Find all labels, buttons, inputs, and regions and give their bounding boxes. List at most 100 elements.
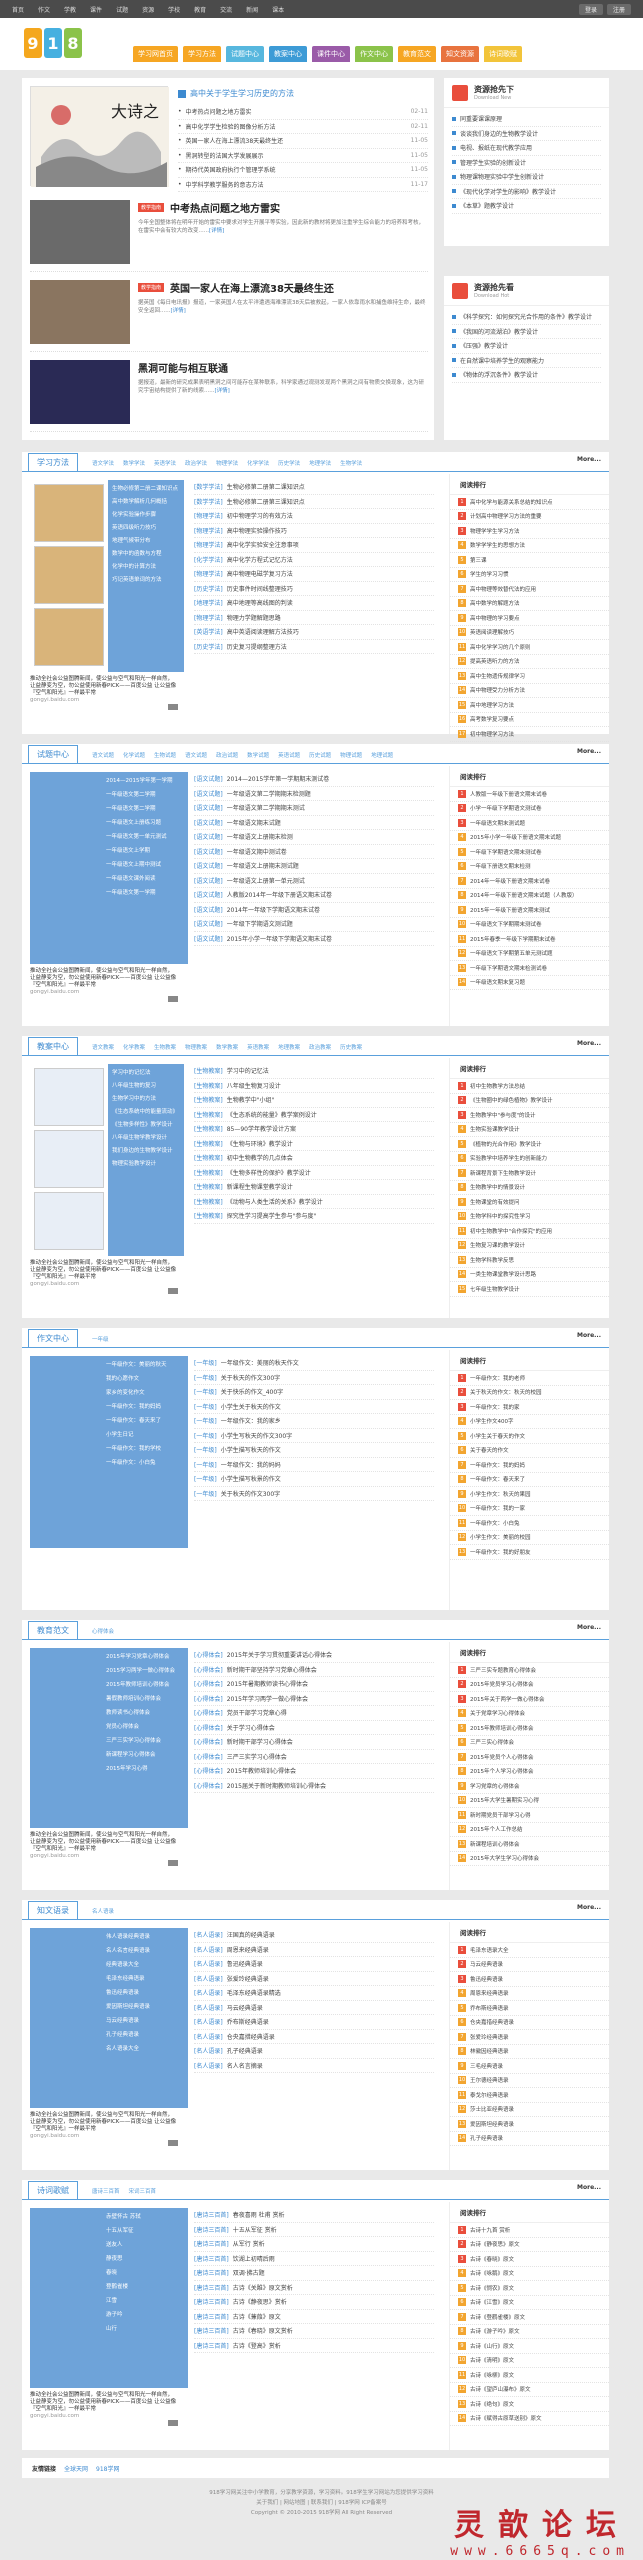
thumb-link[interactable]: 十五从军征: [36, 2226, 182, 2240]
ad-banner[interactable]: 推动全社会公益图腾新闻，使公益与空气和阳光一样自然， 让益静变为空，勿公益使用新春…: [30, 968, 180, 1004]
top-link[interactable]: 资源: [142, 5, 154, 14]
list-item-tag[interactable]: [一年级]: [194, 1387, 217, 1396]
ranking-item[interactable]: 9 古诗《山行》原文: [450, 2339, 609, 2354]
ranking-item-title[interactable]: 初中生物教学方法总结: [470, 1082, 525, 1090]
list-item[interactable]: [心得体会] 三严三实学习心得体会: [194, 1750, 434, 1764]
list-item[interactable]: [唐诗三百首] 从军行 赏析: [194, 2237, 434, 2252]
download-title[interactable]: 《现代化学对学生的影响》教学设计: [460, 187, 556, 196]
list-item-tag[interactable]: [心得体会]: [194, 1650, 223, 1659]
list-item-title[interactable]: 一年级语文第二学期期末测试: [227, 803, 305, 812]
ranking-item-title[interactable]: 2015年党员个人心得体会: [470, 1753, 534, 1761]
thumb-link[interactable]: 一年级语文上学期: [36, 846, 182, 860]
thumb-link[interactable]: 江雪: [36, 2296, 182, 2310]
ranking-item-title[interactable]: 一年级语文期末测试题: [470, 819, 525, 827]
ranking-item[interactable]: 5 一年级下学期语文期末测试卷: [450, 845, 609, 860]
list-item[interactable]: [心得体会] 党员干部学习党章心得: [194, 1706, 434, 1721]
section-subnav-link[interactable]: 生物学法: [340, 459, 362, 467]
section-subnav-link[interactable]: 数学试题: [247, 751, 269, 759]
list-item[interactable]: [唐诗三百首] 古诗《春晓》原文赏析: [194, 2324, 434, 2339]
ranking-item-title[interactable]: 一年级作文：我的老师: [470, 1374, 525, 1382]
ranking-item-title[interactable]: 小学生作文：秋天的果园: [470, 1490, 531, 1498]
section-subnav-link[interactable]: 地理教案: [278, 1043, 300, 1051]
login-button[interactable]: 登录: [578, 3, 603, 15]
list-item[interactable]: [物理学法] 高中化学实验安全注意事项: [194, 538, 434, 553]
ranking-item-title[interactable]: 古诗十九首 赏析: [470, 2226, 510, 2234]
list-item-title[interactable]: 生物教学中"小组": [227, 1095, 275, 1104]
list-item-tag[interactable]: [唐诗三百首]: [194, 2326, 229, 2335]
list-item[interactable]: [一年级] 一年级作文：我的妈妈: [194, 1458, 434, 1472]
list-item[interactable]: [生物教案] 《生物多样性的保护》教学设计: [194, 1166, 434, 1180]
ranking-item[interactable]: 7 2015年党员个人心得体会: [450, 1750, 609, 1765]
list-item[interactable]: [名人语录] 名人名言摘录: [194, 2059, 434, 2073]
list-item-tag[interactable]: [名人语录]: [194, 1959, 223, 1968]
section-subnav-link[interactable]: 政治教案: [309, 1043, 331, 1051]
ranking-item[interactable]: 12 莎士比亚经典语录: [450, 2103, 609, 2117]
ranking-item-title[interactable]: 毛泽东语录大全: [470, 1946, 509, 1954]
thumb-link[interactable]: 暑假教师培训心得体会: [36, 1694, 182, 1708]
list-item-title[interactable]: 小学生写秋天的作文300字: [221, 1431, 292, 1440]
list-item-tag[interactable]: [唐诗三百首]: [194, 2210, 229, 2219]
section-subnav-link[interactable]: 生物试题: [154, 751, 176, 759]
ranking-item-title[interactable]: 新时期党员干部学习心得: [470, 1811, 531, 1819]
ranking-item-title[interactable]: 2015年大学生学习心得体会: [470, 1854, 539, 1862]
list-item[interactable]: [心得体会] 2015年关于学习贯彻重要讲话心得体会: [194, 1648, 434, 1663]
ranking-item-title[interactable]: 数学学学生的思想方法: [470, 541, 525, 549]
list-item-title[interactable]: 马云经典语录: [227, 2003, 263, 2012]
list-item[interactable]: [物理学法] 高中物理电磁学复习方法: [194, 567, 434, 582]
list-item-tag[interactable]: [唐诗三百首]: [194, 2239, 229, 2248]
list-item[interactable]: [名人语录] 乔布斯经典语录: [194, 2015, 434, 2030]
ranking-item[interactable]: 2 2015年党员学习心得体会: [450, 1678, 609, 1692]
ranking-item[interactable]: 7 古诗《登鹳雀楼》原文: [450, 2310, 609, 2325]
ranking-item[interactable]: 8 古诗《游子吟》原文: [450, 2325, 609, 2339]
article-more-link[interactable]: [详情]: [209, 228, 224, 234]
nav-tab[interactable]: 课件中心: [312, 46, 350, 62]
ranking-item[interactable]: 12 2015年个人工作总结: [450, 1823, 609, 1837]
list-item[interactable]: [心得体会] 2015届关于新时期教师培训心得体会: [194, 1779, 434, 1793]
list-item[interactable]: [生物教案] 生物教学中"小组": [194, 1093, 434, 1108]
article-thumb[interactable]: [30, 360, 130, 424]
ranking-item[interactable]: 7 高中物理等效替代法的应用: [450, 582, 609, 597]
ranking-item-title[interactable]: 《生物圈中的绿色植物》教学设计: [470, 1096, 553, 1104]
news-title[interactable]: 期待代英国政府执行个管理学系统: [186, 165, 407, 174]
list-item-title[interactable]: 2014年一年级下学期语文期末试卷: [227, 905, 320, 914]
list-item-tag[interactable]: [唐诗三百首]: [194, 2312, 229, 2321]
thumb-link[interactable]: 毛泽东经典语录: [36, 1974, 182, 1988]
ranking-item-title[interactable]: 高中化学与能源关系总结的知识点: [470, 498, 553, 506]
list-item-title[interactable]: 八年级生物复习设计: [227, 1081, 281, 1090]
thumb-link[interactable]: 三严三实学习心得体会: [36, 1736, 182, 1750]
list-item-title[interactable]: 生物必修第二册第二课知识点: [227, 482, 305, 491]
ranking-item-title[interactable]: 古诗《咏鹅》原文: [470, 2269, 514, 2277]
friend-link[interactable]: 918学网: [96, 2464, 119, 2473]
ranking-item[interactable]: 8 一年级作文：春天来了: [450, 1473, 609, 1487]
ranking-item-title[interactable]: 莎士比亚经典语录: [470, 2105, 514, 2113]
article-thumb[interactable]: [30, 280, 130, 344]
news-item[interactable]: • 期待代英国政府执行个管理学系统 11-05: [178, 163, 428, 178]
nav-tab[interactable]: 学习网首页: [133, 46, 178, 62]
list-item-tag[interactable]: [英语学法]: [194, 627, 223, 636]
list-item-title[interactable]: 古诗《春晓》原文赏析: [233, 2326, 293, 2335]
ranking-item-title[interactable]: 2015年大学生暑期实习心得: [470, 1796, 539, 1804]
thumb-link[interactable]: 孔子经典语录: [36, 2030, 182, 2044]
top-link[interactable]: 试题: [116, 5, 128, 14]
list-item-tag[interactable]: [名人语录]: [194, 1945, 223, 1954]
section-subnav-link[interactable]: 政治学法: [185, 459, 207, 467]
ranking-item-title[interactable]: 高中物理受力分析方法: [470, 686, 525, 694]
section-subnav-link[interactable]: 英语学法: [154, 459, 176, 467]
list-item-tag[interactable]: [语文试题]: [194, 919, 223, 928]
list-item-tag[interactable]: [生物教案]: [194, 1081, 223, 1090]
list-item-title[interactable]: 初中物理学习的有效方法: [227, 511, 293, 520]
thumb-link[interactable]: 静夜思: [36, 2254, 182, 2268]
ranking-item-title[interactable]: 张爱玲经典语录: [470, 2033, 509, 2041]
ranking-item-title[interactable]: 鲁迅经典语录: [470, 1975, 503, 1983]
ranking-item[interactable]: 7 新课程背景下生物教学设计: [450, 1166, 609, 1181]
download-item[interactable]: 在自然课中培养学生的观察能力: [452, 354, 601, 368]
ranking-item[interactable]: 7 2014年一年级下册语文期末试卷: [450, 874, 609, 889]
ranking-item-title[interactable]: 古诗《赋得古原草送别》原文: [470, 2414, 542, 2422]
list-item-tag[interactable]: [心得体会]: [194, 1781, 223, 1790]
section-subnav-link[interactable]: 物理教案: [185, 1043, 207, 1051]
ranking-item[interactable]: 7 张爱玲经典语录: [450, 2030, 609, 2045]
top-link[interactable]: 学校: [168, 5, 180, 14]
list-item-title[interactable]: 毛泽东经典语录精选: [227, 1988, 281, 1997]
ranking-item[interactable]: 15 七年级生物教学设计: [450, 1282, 609, 1297]
thumb-link[interactable]: 名人语录大全: [36, 2044, 182, 2058]
